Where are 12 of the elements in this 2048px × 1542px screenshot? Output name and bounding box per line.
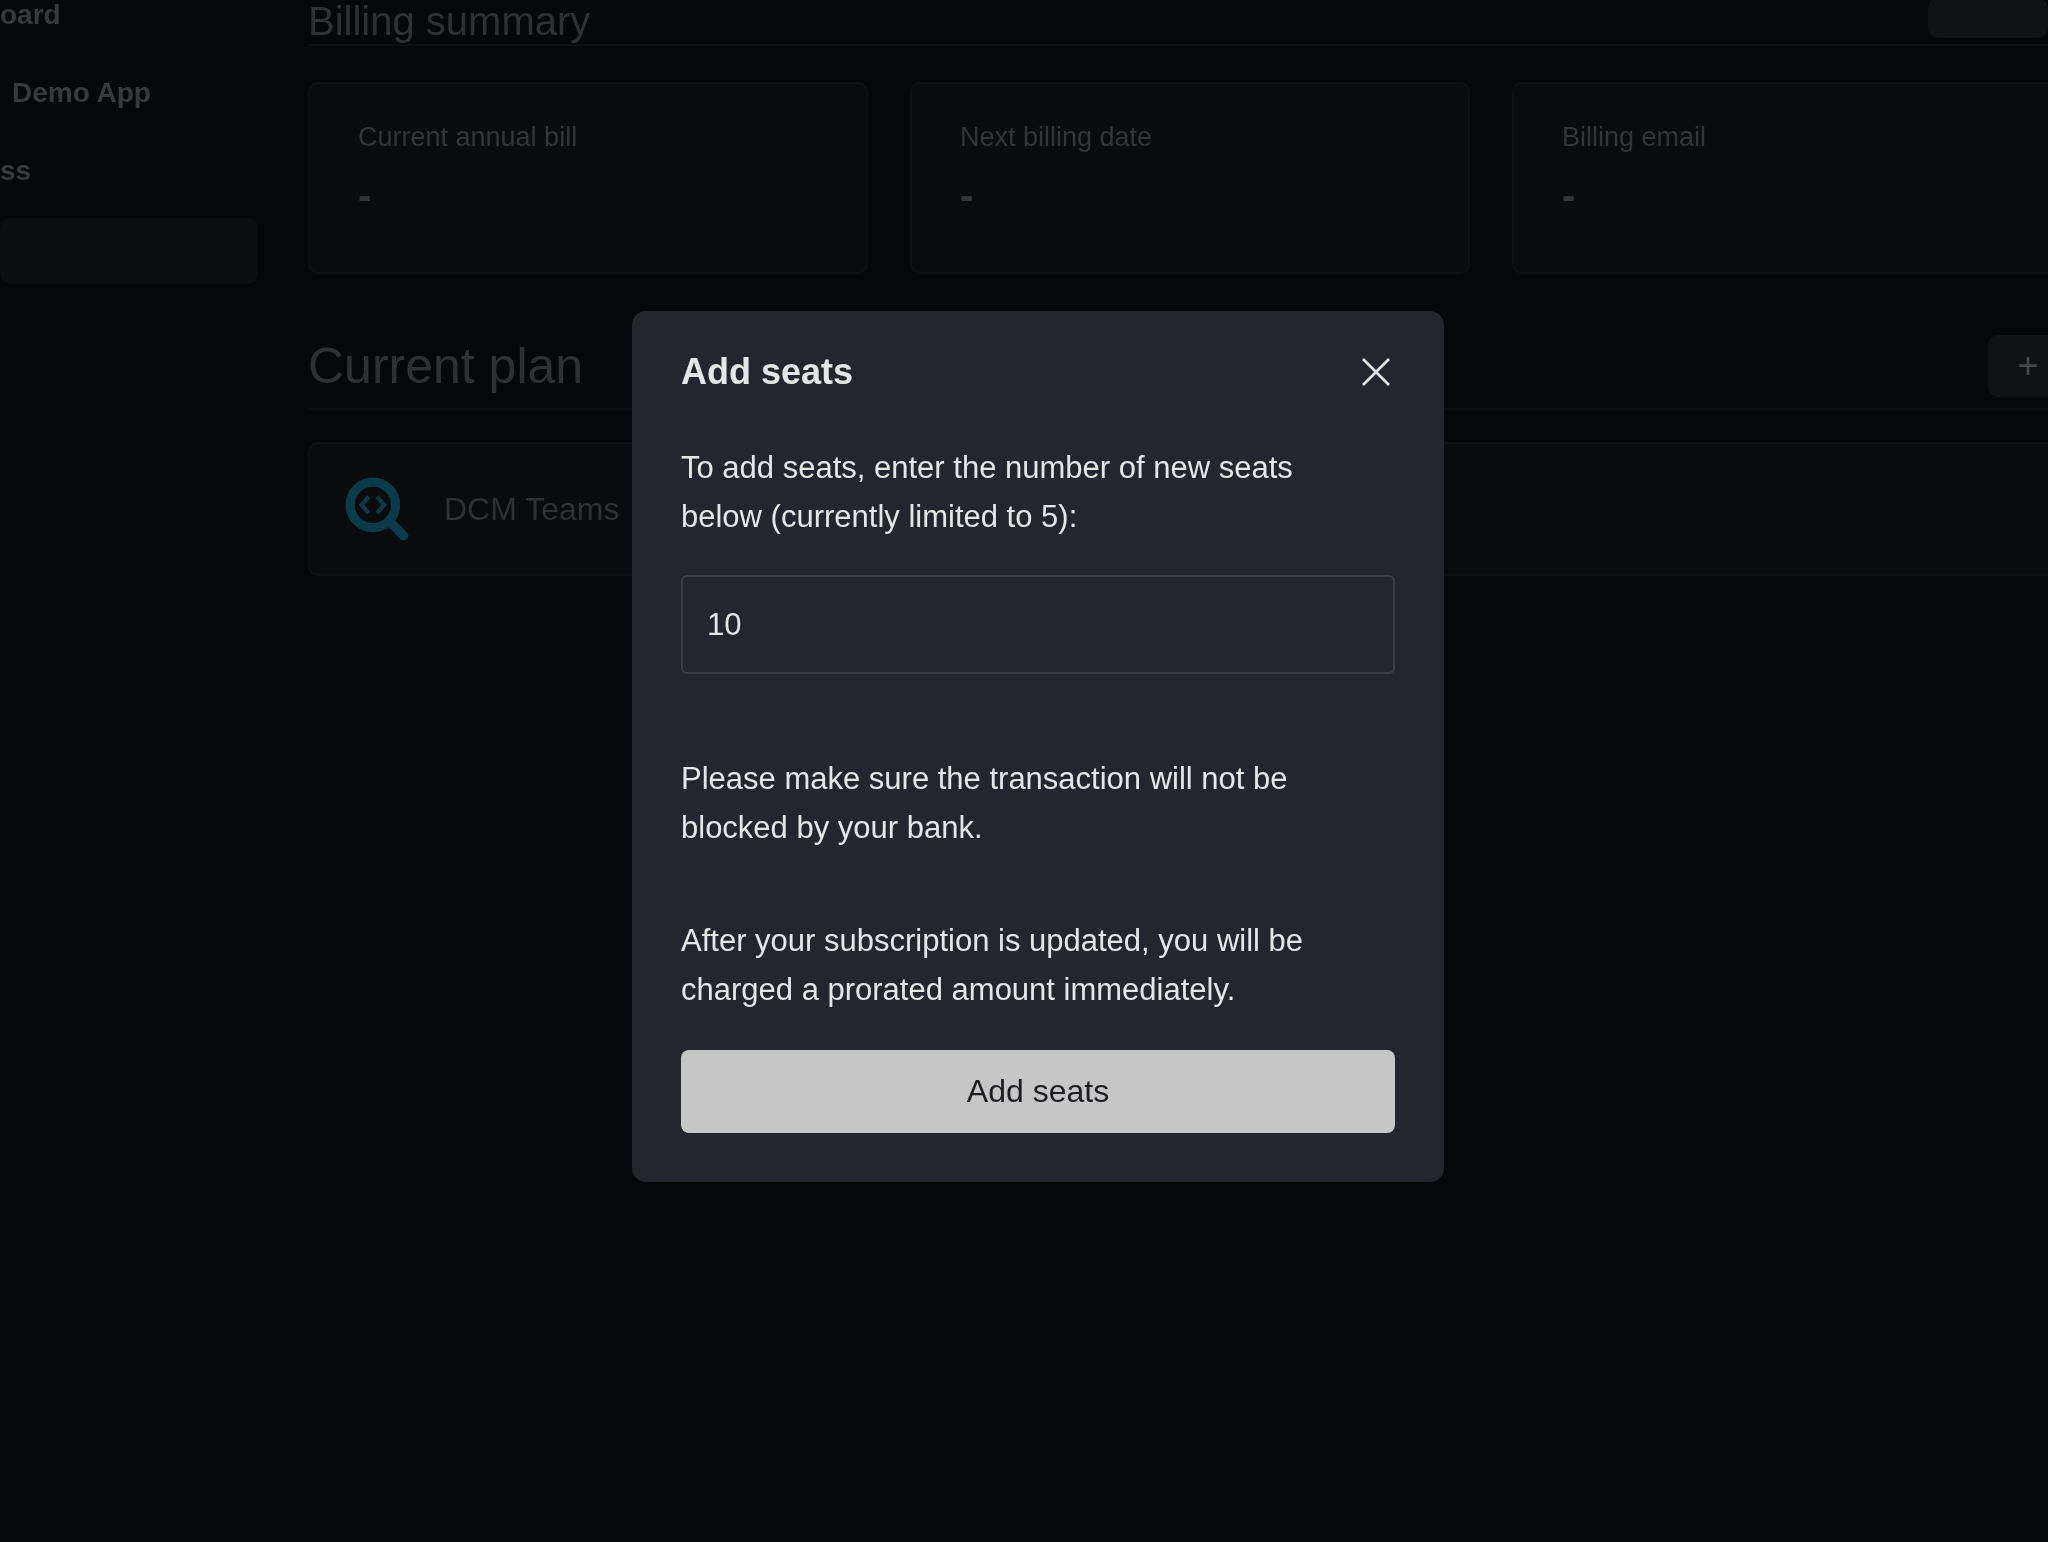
add-button[interactable]: + — [1988, 335, 2048, 397]
note-text: After your subscription is updated, you will be charged a prorated amount immediately. — [681, 922, 1305, 1009]
close-icon[interactable] — [1361, 357, 1391, 387]
note-text: Please make sure the transaction will not be blocked by your bank. — [681, 760, 1289, 847]
card-value: - — [358, 173, 373, 218]
modal-title: Add seats — [681, 351, 854, 393]
card-value: - — [1562, 173, 1577, 218]
card-value: - — [960, 173, 975, 218]
seats-input-field[interactable]: 10 — [681, 575, 1395, 674]
add-seats-button[interactable]: Add seats — [681, 1050, 1395, 1133]
instruction-text: To add seats, enter the number of new seats below (currently limited to 5): — [681, 449, 1294, 536]
logo-icon — [344, 476, 410, 542]
